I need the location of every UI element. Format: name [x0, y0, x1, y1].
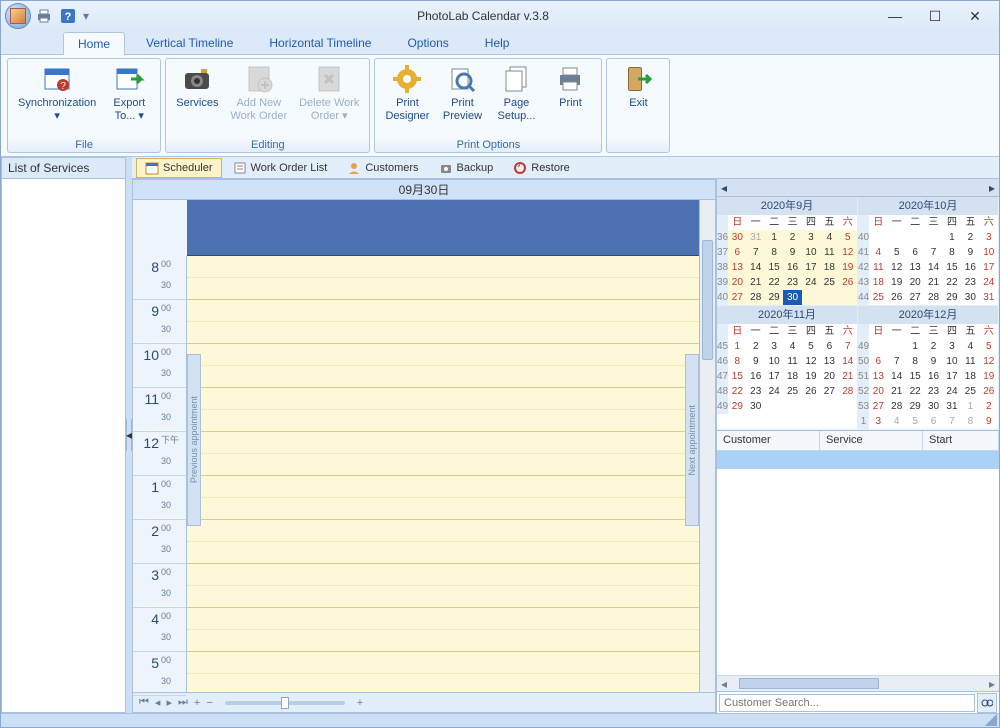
tab-horizontal-timeline[interactable]: Horizontal Timeline [254, 31, 386, 54]
col-customer[interactable]: Customer [717, 431, 820, 450]
zoom-add-button[interactable]: + [194, 697, 200, 709]
right-panel: ◂ ▸ 2020年9月日一二三四五六3630311234537678910111… [716, 179, 999, 713]
zoom-in-button[interactable]: + [357, 697, 363, 709]
services-sidebar: List of Services [1, 157, 126, 713]
backup-icon [439, 161, 453, 175]
previous-appointment-strip[interactable]: Previous appointment [187, 354, 201, 526]
exit-icon [622, 63, 654, 95]
minical-2[interactable]: 2020年11月日一二三四五六4512345674689101112131447… [717, 306, 858, 430]
customer-search-button[interactable] [977, 693, 997, 713]
maximize-button[interactable]: ☐ [915, 3, 955, 29]
status-bar [1, 713, 999, 727]
tab-home[interactable]: Home [63, 32, 125, 55]
print-button[interactable]: Print [543, 61, 597, 112]
minical-1[interactable]: 2020年10月日一二三四五六4012341456789104211121314… [858, 197, 999, 306]
scheduler-vertical-scrollbar[interactable] [699, 200, 715, 692]
add-new-work-order-button: Add New Work Order [224, 61, 293, 125]
close-button[interactable]: ✕ [955, 3, 995, 29]
svg-text:?: ? [60, 81, 66, 92]
binoculars-icon [981, 697, 993, 709]
minimize-button[interactable]: — [875, 3, 915, 29]
synchronization-button[interactable]: ?Synchronization ▾ [12, 61, 102, 125]
printer-icon [554, 63, 586, 95]
page-setup-button[interactable]: Page Setup... [489, 61, 543, 125]
nav-prev-button[interactable]: ◂ [155, 696, 161, 709]
delete-work-order-button: Delete Work Order ▾ [293, 61, 365, 125]
qat-customize-dropdown[interactable]: ▾ [81, 5, 91, 27]
appointments-body[interactable] [717, 451, 999, 675]
customers-icon [347, 161, 361, 175]
subtab-restore[interactable]: Restore [504, 158, 579, 178]
services-button[interactable]: Services [170, 61, 224, 112]
minical-0[interactable]: 2020年9月日一二三四五六36303112345376789101112381… [717, 197, 858, 306]
scheduler-date-header[interactable]: 09月30日 [133, 180, 715, 200]
allday-row[interactable] [187, 200, 699, 256]
nav-next-button[interactable]: ▸ [166, 696, 172, 709]
scheduler-canvas[interactable]: Previous appointment Next appointment [187, 200, 699, 692]
services-sidebar-header: List of Services [2, 158, 125, 179]
col-start[interactable]: Start [923, 431, 999, 450]
resize-grip[interactable] [985, 714, 997, 726]
tab-help[interactable]: Help [470, 31, 525, 54]
svg-text:?: ? [65, 11, 72, 23]
list-icon [233, 161, 247, 175]
subtab-scheduler[interactable]: Scheduler [136, 158, 222, 178]
qat-print-button[interactable] [33, 5, 55, 27]
subtab-customers[interactable]: Customers [338, 158, 427, 178]
pages-icon [500, 63, 532, 95]
next-appointment-strip[interactable]: Next appointment [685, 354, 699, 526]
table-row[interactable] [717, 451, 999, 469]
appointments-horizontal-scrollbar[interactable]: ◂ ▸ [717, 675, 999, 691]
restore-icon [513, 161, 527, 175]
tab-options[interactable]: Options [392, 31, 463, 54]
appointments-table: Customer Service Start ◂ ▸ [717, 430, 999, 713]
calendar-next-button[interactable]: ▸ [985, 181, 999, 195]
export-to-button[interactable]: Export To... ▾ [102, 61, 156, 125]
delete-icon [313, 63, 345, 95]
title-bar: ? ▾ PhotoLab Calendar v.3.8 — ☐ ✕ [1, 1, 999, 31]
add-icon [243, 63, 275, 95]
services-list[interactable] [2, 179, 125, 712]
qat-help-button[interactable]: ? [57, 5, 79, 27]
subtab-strip: Scheduler Work Order List Customers Back… [132, 157, 999, 179]
ribbon-tabstrip: Home Vertical Timeline Horizontal Timeli… [1, 31, 999, 55]
nav-first-button[interactable]: ⏮ [139, 696, 149, 709]
export-icon [113, 63, 145, 95]
camera-icon [181, 63, 213, 95]
tab-vertical-timeline[interactable]: Vertical Timeline [131, 31, 248, 54]
calendar-sync-icon: ? [41, 63, 73, 95]
scheduler-footer: ⏮ ◂ ▸ ⏭ + − + [133, 692, 715, 712]
print-designer-button[interactable]: Print Designer [379, 61, 435, 125]
zoom-slider[interactable] [225, 701, 345, 705]
gear-icon [391, 63, 423, 95]
nav-last-button[interactable]: ⏭ [178, 696, 188, 709]
customer-search-input[interactable] [719, 694, 975, 712]
exit-button[interactable]: Exit [611, 61, 665, 112]
ribbon: ?Synchronization ▾Export To... ▾FileServ… [1, 55, 999, 157]
minical-3[interactable]: 2020年12月日一二三四五六4912345506789101112511314… [858, 306, 999, 430]
window-title: PhotoLab Calendar v.3.8 [91, 9, 875, 23]
zoom-out-button[interactable]: − [206, 697, 212, 709]
time-ruler: 800309003010003011003012下午30100302003030… [133, 200, 187, 692]
print-preview-button[interactable]: Print Preview [435, 61, 489, 125]
scheduler-view: 09月30日 800309003010003011003012下午3010030… [132, 179, 716, 713]
scheduler-icon [145, 161, 159, 175]
app-menu-orb[interactable] [5, 3, 31, 29]
subtab-work-order-list[interactable]: Work Order List [224, 158, 337, 178]
col-service[interactable]: Service [820, 431, 923, 450]
calendar-prev-button[interactable]: ◂ [717, 181, 731, 195]
magnifier-icon [446, 63, 478, 95]
subtab-backup[interactable]: Backup [430, 158, 503, 178]
